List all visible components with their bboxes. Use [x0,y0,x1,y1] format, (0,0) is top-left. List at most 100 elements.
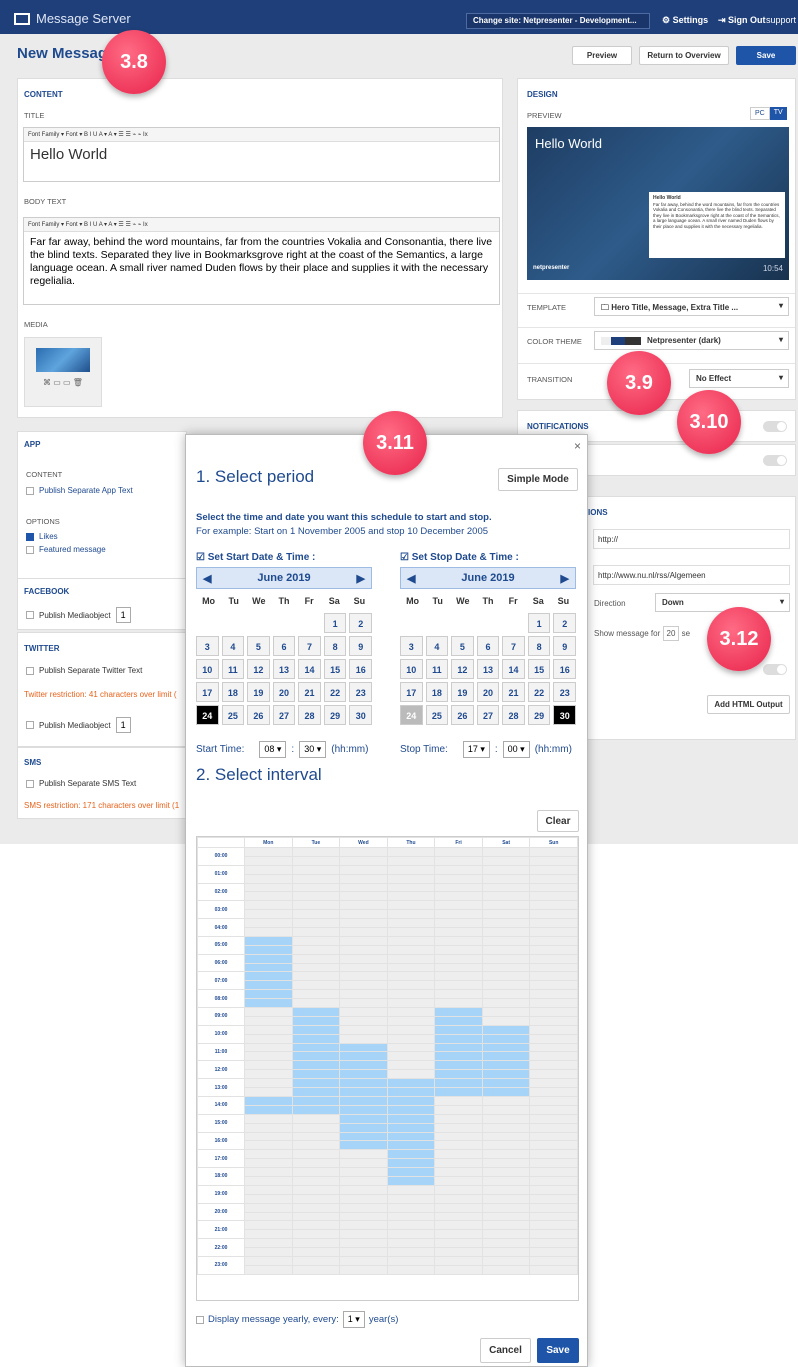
schedule-cell[interactable] [244,1060,293,1071]
schedule-cell[interactable] [386,1264,436,1275]
schedule-cell[interactable] [244,909,293,920]
schedule-cell[interactable] [339,1220,388,1231]
schedule-cell[interactable] [339,1033,388,1044]
calendar-day[interactable]: 7 [298,636,321,656]
checkbox[interactable] [26,779,34,788]
schedule-cell[interactable] [529,980,578,991]
calendar-day[interactable]: 15 [323,659,347,679]
schedule-cell[interactable] [434,1175,483,1186]
schedule-cell[interactable] [529,1051,578,1062]
schedule-cell[interactable] [386,1238,436,1249]
cancel-button[interactable]: Cancel [480,1338,531,1363]
site-select[interactable]: Change site: Netpresenter - Development.… [466,13,650,29]
schedule-cell[interactable] [434,1024,483,1035]
schedule-cell[interactable] [529,1078,578,1089]
calendar-day[interactable]: 14 [298,659,321,679]
twitter-media[interactable]: Publish Mediaobject 1 [26,717,131,733]
template-select[interactable]: 🗀 Hero Title, Message, Extra Title ... [594,297,789,316]
schedule-cell[interactable] [386,1042,436,1053]
schedule-cell[interactable] [529,1033,578,1044]
schedule-cell[interactable] [244,1087,293,1097]
schedule-cell[interactable] [529,998,578,1009]
schedule-cell[interactable] [386,1220,436,1231]
calendar-day[interactable]: 24 [196,705,219,725]
schedule-cell[interactable] [529,1140,578,1151]
schedule-cell[interactable] [434,1051,483,1062]
schedule-cell[interactable] [434,1193,483,1204]
schedule-cell[interactable] [529,1247,578,1257]
calendar-day[interactable]: 29 [323,705,347,725]
schedule-cell[interactable] [386,864,436,875]
media-actions-icon[interactable]: ⌘ ▭ ▭ 🗑 [25,378,101,387]
schedule-cell[interactable] [386,855,436,866]
schedule-cell[interactable] [339,1140,388,1151]
calendar-day[interactable]: 8 [527,636,551,656]
calendar-day[interactable]: 13 [272,659,296,679]
schedule-cell[interactable] [481,909,531,920]
settings-link[interactable]: ⚙ Settings [662,15,708,26]
schedule-cell[interactable] [481,1024,531,1035]
calendar-day[interactable]: 25 [221,705,245,725]
schedule-cell[interactable] [481,935,531,946]
schedule-cell[interactable] [291,864,341,875]
calendar-day[interactable]: 9 [553,636,576,656]
schedule-cell[interactable] [244,1113,293,1124]
schedule-cell[interactable] [386,1113,436,1124]
schedule-cell[interactable] [244,882,293,893]
schedule-cell[interactable] [339,971,388,982]
schedule-cell[interactable] [339,1122,388,1133]
schedule-cell[interactable] [434,1255,483,1266]
schedule-cell[interactable] [291,873,341,884]
calendar-day[interactable]: 27 [272,705,296,725]
option-toggle[interactable] [763,664,787,675]
dialog-save-button[interactable]: Save [537,1338,579,1363]
title-editor[interactable]: Font Family ▾ Font ▾ B I U A ▾ A ▾ ☰ ☰ ⌁… [23,127,500,182]
schedule-cell[interactable] [481,1229,531,1240]
schedule-cell[interactable] [386,1087,436,1097]
checkbox[interactable] [26,545,34,554]
schedule-cell[interactable] [244,1140,293,1151]
schedule-cell[interactable] [244,1175,293,1186]
schedule-cell[interactable] [244,935,293,946]
schedule-cell[interactable] [291,1184,341,1195]
schedule-cell[interactable] [339,962,388,973]
schedule-cell[interactable] [386,1247,436,1257]
schedule-cell[interactable] [339,864,388,875]
schedule-cell[interactable] [244,1220,293,1231]
schedule-cell[interactable] [244,980,293,991]
schedule-cell[interactable] [529,1175,578,1186]
schedule-cell[interactable] [291,1238,341,1249]
schedule-cell[interactable] [386,1015,436,1026]
schedule-cell[interactable] [434,1220,483,1231]
schedule-cell[interactable] [291,1167,341,1177]
schedule-cell[interactable] [529,864,578,875]
schedule-cell[interactable] [434,847,483,857]
schedule-cell[interactable] [386,1193,436,1204]
direction-select[interactable]: Down [655,593,790,612]
schedule-cell[interactable] [291,962,341,973]
schedule-cell[interactable] [386,1202,436,1213]
schedule-cell[interactable] [291,953,341,964]
schedule-cell[interactable] [529,1007,578,1017]
schedule-cell[interactable] [529,1104,578,1115]
schedule-cell[interactable] [339,953,388,964]
schedule-cell[interactable] [434,1060,483,1071]
schedule-cell[interactable] [339,873,388,884]
calendar-day[interactable]: 19 [247,682,270,702]
schedule-cell[interactable] [529,1069,578,1080]
body-toolbar[interactable]: Font Family ▾ Font ▾ B I U A ▾ A ▾ ☰ ☰ ⌁… [24,218,499,232]
calendar-day[interactable]: 11 [425,659,449,679]
facebook-publish[interactable]: Publish Mediaobject 1 [26,607,131,623]
schedule-cell[interactable] [244,1015,293,1026]
body-input[interactable]: Far far away, behind the word mountains,… [24,232,499,292]
schedule-cell[interactable] [291,1211,341,1222]
calendar-day[interactable]: 17 [400,682,423,702]
schedule-cell[interactable] [481,1193,531,1204]
publish-app-text[interactable]: Publish Separate App Text [26,486,133,495]
schedule-cell[interactable] [481,918,531,929]
schedule-cell[interactable] [244,855,293,866]
schedule-cell[interactable] [339,1264,388,1275]
schedule-cell[interactable] [434,935,483,946]
schedule-cell[interactable] [244,1264,293,1275]
schedule-cell[interactable] [244,1193,293,1204]
